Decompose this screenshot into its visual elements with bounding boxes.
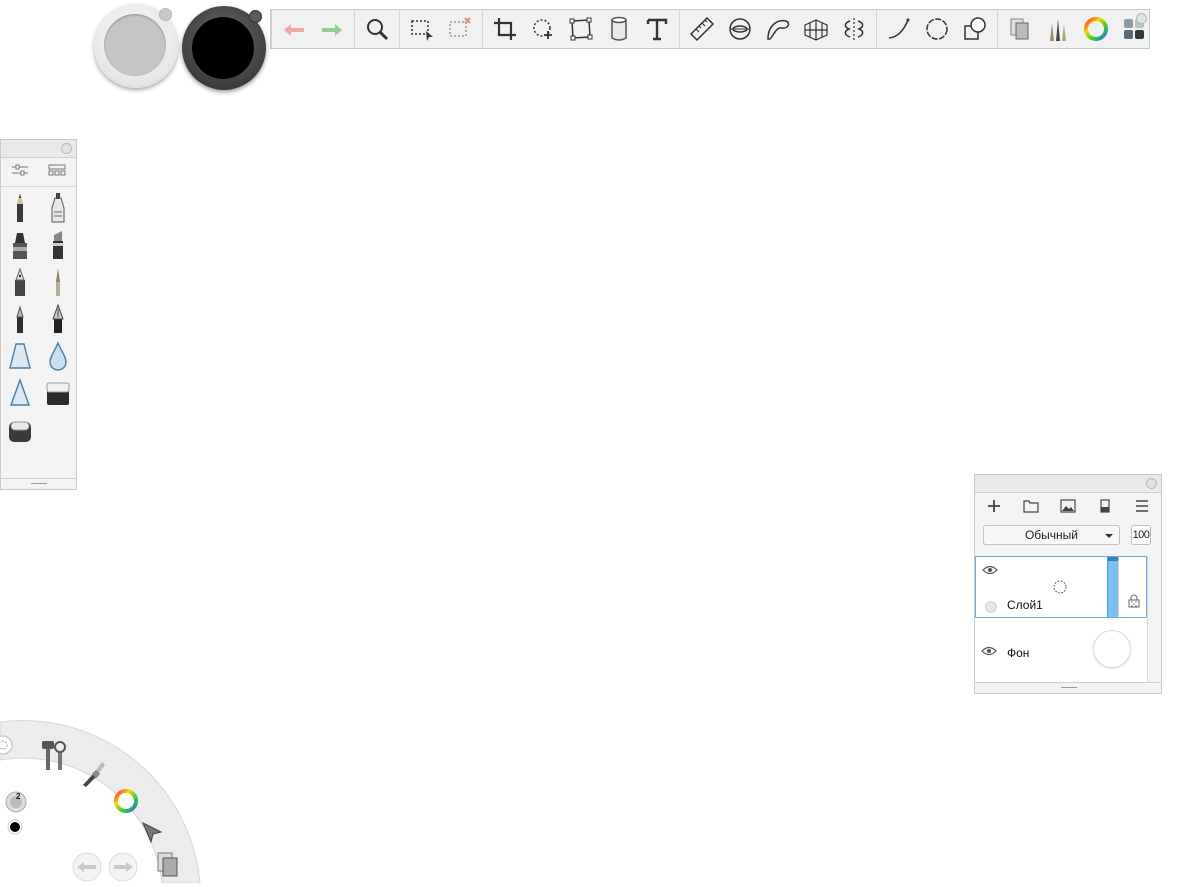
text-icon[interactable] — [638, 10, 676, 48]
visibility-eye-icon[interactable] — [982, 565, 998, 575]
brush-grid — [1, 187, 76, 448]
redo-icon[interactable] — [313, 10, 351, 48]
layer-select-radio[interactable] — [985, 601, 997, 613]
settings-icon[interactable] — [0, 734, 14, 756]
blend-mode-dropdown[interactable]: Обычный — [983, 525, 1120, 545]
selection-group — [400, 10, 483, 48]
layer-name: Фон — [1007, 646, 1030, 660]
color-wheel-icon[interactable] — [112, 787, 140, 815]
add-layer-icon[interactable] — [985, 498, 1003, 519]
redo-icon[interactable] — [108, 852, 138, 882]
brush-library-icon[interactable] — [1039, 10, 1077, 48]
visibility-eye-icon[interactable] — [981, 646, 997, 656]
ballpoint-icon[interactable] — [1, 300, 39, 337]
add-group-icon[interactable] — [1022, 498, 1040, 519]
line-icon[interactable] — [880, 10, 918, 48]
blend-mode-label: Обычный — [1024, 528, 1079, 542]
layer-editor-header[interactable] — [975, 475, 1161, 493]
eraser-hard-icon[interactable] — [39, 374, 77, 411]
current-color-dot[interactable] — [7, 819, 23, 835]
airbrush-icon[interactable] — [39, 189, 77, 226]
layer-toolbar — [975, 493, 1161, 523]
brush-palette-resize-handle[interactable] — [1, 478, 76, 489]
tools-icon[interactable] — [40, 738, 68, 772]
history-group — [272, 10, 355, 48]
clear-layer-icon[interactable] — [1096, 498, 1114, 519]
opacity-field[interactable]: 100 — [1131, 525, 1151, 545]
layer-menu-icon[interactable] — [1133, 498, 1151, 519]
layer-thumbnail — [1053, 580, 1067, 594]
ellipse-icon[interactable] — [918, 10, 956, 48]
toolbar-close-icon[interactable] — [1136, 13, 1147, 24]
brush-palette-options — [1, 158, 76, 187]
french-curve-icon[interactable] — [759, 10, 797, 48]
crop-icon[interactable] — [486, 10, 524, 48]
brush-icon[interactable] — [80, 756, 108, 788]
layer-opacity-bar[interactable] — [1107, 557, 1118, 617]
transform-icon[interactable] — [524, 10, 562, 48]
perspective-icon[interactable] — [797, 10, 835, 48]
brush-size-indicator[interactable]: 2 — [5, 791, 27, 813]
primary-color-puck[interactable] — [182, 6, 266, 90]
paintbrush-icon[interactable] — [39, 263, 77, 300]
primary-color-swatch[interactable] — [192, 17, 254, 79]
background-color-thumbnail[interactable] — [1093, 630, 1131, 668]
brush-library-icon[interactable] — [48, 163, 66, 182]
clear-selection-icon[interactable] — [441, 10, 479, 48]
select-icon[interactable] — [403, 10, 441, 48]
layers-icon[interactable] — [155, 850, 181, 878]
marker-icon[interactable] — [1, 226, 39, 263]
layer-item-selected[interactable]: Слой1 — [975, 556, 1147, 618]
blend-row: Обычный 100 — [975, 523, 1161, 547]
eraser-soft-icon[interactable] — [1, 411, 39, 448]
felt-pen-icon[interactable] — [1, 263, 39, 300]
guides-group — [680, 10, 877, 48]
palette-grid-icon[interactable] — [1115, 10, 1153, 48]
layer-editor: Обычный 100 Слой1 Фон — [974, 474, 1162, 694]
ellipse-guide-icon[interactable] — [721, 10, 759, 48]
panels-group — [998, 10, 1156, 48]
chisel-marker-icon[interactable] — [39, 226, 77, 263]
distort-icon[interactable] — [562, 10, 600, 48]
layer-item[interactable]: Фон — [975, 618, 1147, 680]
brush-palette — [0, 139, 77, 490]
fill-icon[interactable] — [600, 10, 638, 48]
sharpen-icon[interactable] — [1, 374, 39, 411]
undo-icon[interactable] — [275, 10, 313, 48]
layer-name: Слой1 — [1007, 598, 1043, 612]
symmetry-icon[interactable] — [835, 10, 873, 48]
layer-list: Слой1 Фон — [975, 556, 1148, 683]
puck-handle-icon[interactable] — [249, 10, 262, 23]
lagoon-menu: 2 — [0, 700, 210, 883]
secondary-color-swatch[interactable] — [104, 14, 166, 76]
layer-lock-area[interactable] — [1118, 557, 1147, 617]
select-arrow-icon[interactable] — [140, 820, 164, 844]
lock-icon[interactable] — [1128, 594, 1140, 608]
smudge-icon[interactable] — [1, 337, 39, 374]
copy-layers-icon[interactable] — [1001, 10, 1039, 48]
shapes-group — [877, 10, 998, 48]
chevron-down-icon — [1105, 534, 1113, 538]
ink-pen-icon[interactable] — [39, 300, 77, 337]
layer-editor-close-icon[interactable] — [1146, 478, 1157, 489]
brush-palette-close-icon[interactable] — [61, 143, 72, 154]
shape-icon[interactable] — [956, 10, 994, 48]
zoom-icon[interactable] — [358, 10, 396, 48]
pencil-icon[interactable] — [1, 189, 39, 226]
layer-editor-resize-handle[interactable] — [975, 682, 1161, 693]
brush-properties-icon[interactable] — [11, 163, 29, 182]
color-wheel-icon[interactable] — [1077, 10, 1115, 48]
brush-size-badge: 2 — [16, 792, 21, 801]
secondary-color-puck[interactable] — [94, 4, 178, 88]
main-toolbar — [270, 9, 1150, 49]
ruler-icon[interactable] — [683, 10, 721, 48]
edit-group — [483, 10, 680, 48]
puck-handle-icon[interactable] — [159, 8, 172, 21]
undo-icon[interactable] — [72, 852, 102, 882]
brush-palette-header[interactable] — [1, 140, 76, 158]
blur-icon[interactable] — [39, 337, 77, 374]
zoom-group — [355, 10, 400, 48]
add-image-icon[interactable] — [1059, 498, 1077, 519]
